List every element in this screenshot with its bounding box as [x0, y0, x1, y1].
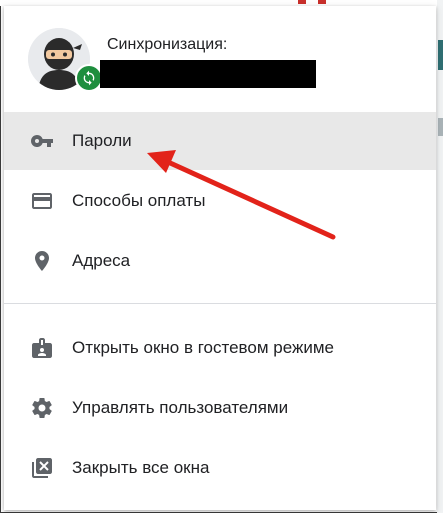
- gear-icon: [30, 396, 54, 420]
- menu-item-manage-users[interactable]: Управлять пользователями: [4, 379, 436, 437]
- menu-item-label: Способы оплаты: [72, 191, 206, 210]
- location-pin-icon: [30, 249, 54, 273]
- account-name-redacted: [100, 60, 316, 88]
- menu-item-close-all-windows[interactable]: Закрыть все окна: [4, 439, 436, 497]
- sync-icon: [83, 70, 95, 86]
- menu-divider: [4, 303, 436, 304]
- guest-badge-icon: [30, 336, 54, 360]
- menu-item-label: Закрыть все окна: [72, 458, 210, 477]
- menu-item-label: Открыть окно в гостевом режиме: [72, 338, 334, 357]
- background-tab-mark: [298, 0, 306, 4]
- menu-item-label: Управлять пользователями: [72, 398, 289, 417]
- menu-item-passwords[interactable]: Пароли: [4, 112, 436, 170]
- background-window-right: [437, 0, 443, 513]
- close-windows-icon: [30, 456, 54, 480]
- key-icon: [30, 129, 54, 153]
- menu-item-label: Адреса: [72, 251, 131, 270]
- menu-item-guest-window[interactable]: Открыть окно в гостевом режиме: [4, 319, 436, 377]
- menu-item-payment-methods[interactable]: Способы оплаты: [4, 172, 436, 230]
- sync-label: Синхронизация:: [107, 36, 228, 53]
- profile-menu: Синхронизация: Пароли Способы оплаты Адр…: [4, 6, 436, 510]
- profile-header[interactable]: Синхронизация:: [4, 6, 436, 110]
- credit-card-icon: [30, 189, 54, 213]
- background-element: [438, 118, 443, 136]
- menu-item-label: Пароли: [72, 131, 132, 150]
- menu-item-addresses[interactable]: Адреса: [4, 232, 436, 290]
- sync-status-badge: [75, 64, 103, 92]
- background-element: [438, 40, 443, 70]
- background-tab-mark: [318, 0, 326, 4]
